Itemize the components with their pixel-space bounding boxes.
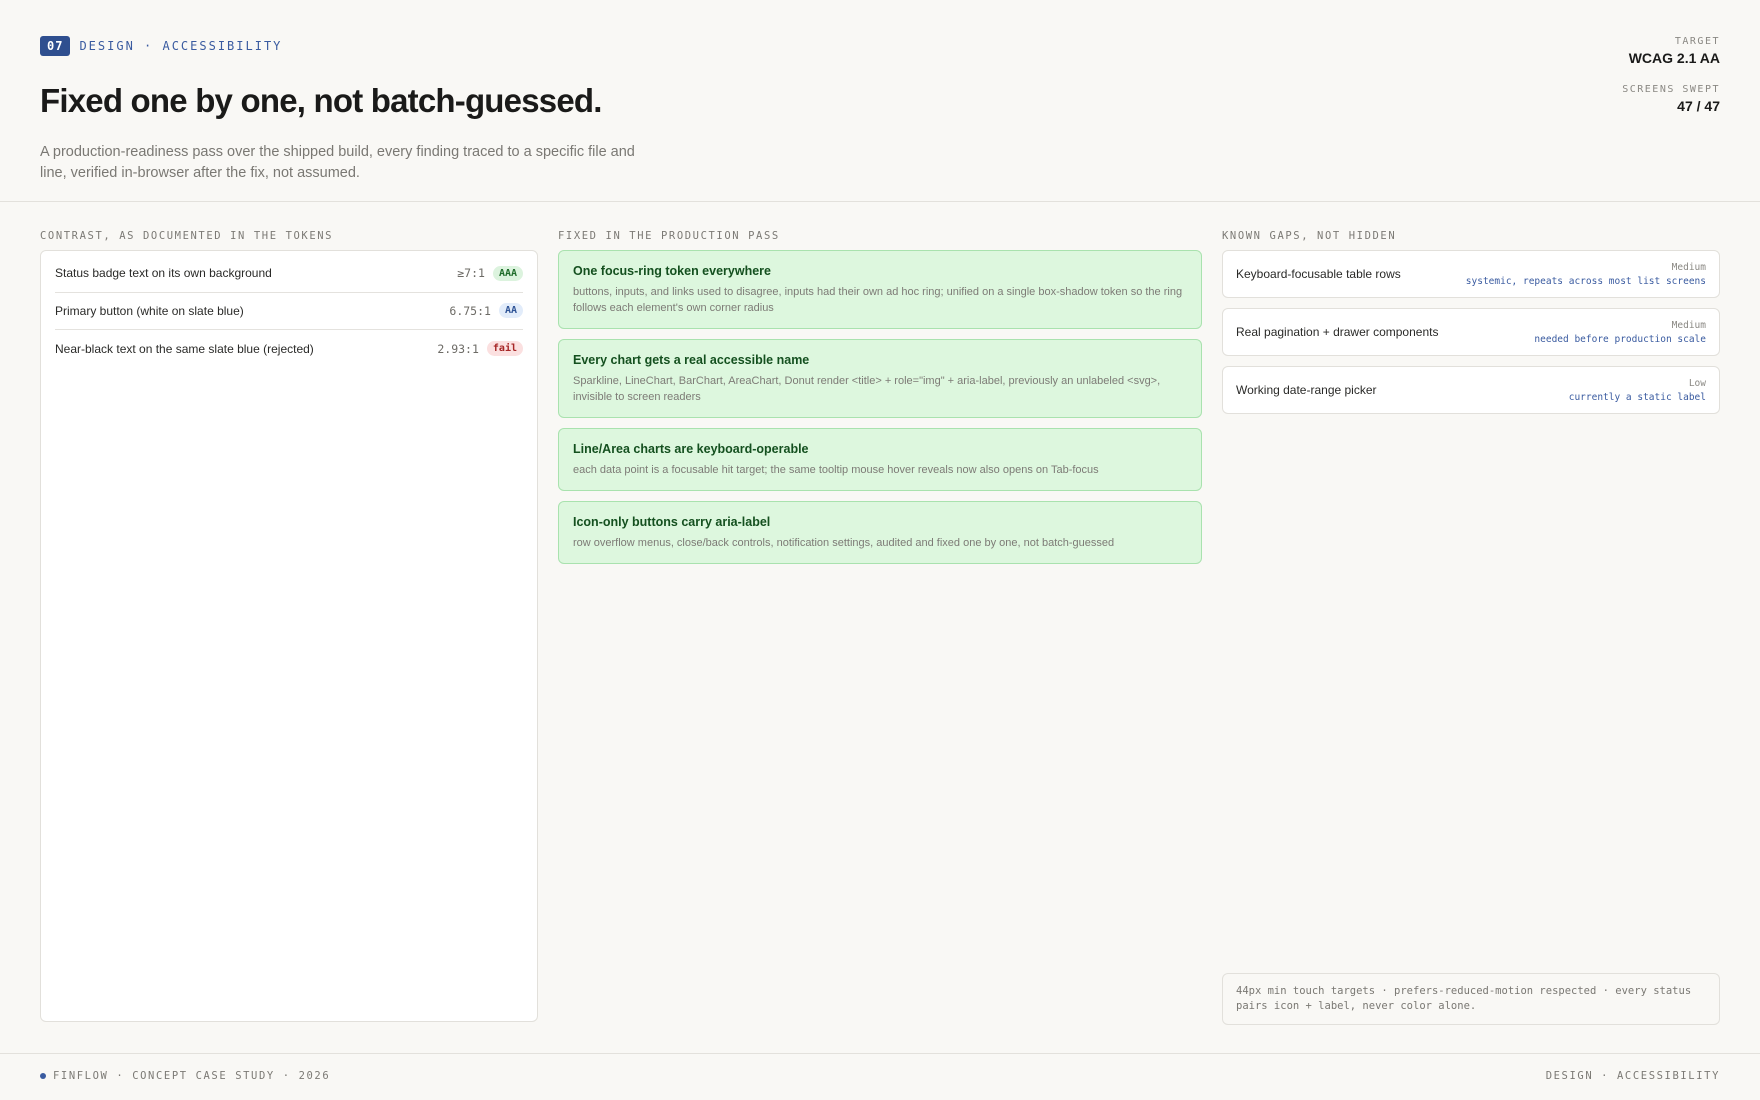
contrast-ratio: ≥7:1: [457, 266, 485, 281]
footer-right-label: DESIGN · ACCESSIBILITY: [1545, 1070, 1720, 1082]
gap-label: Working date-range picker: [1236, 383, 1377, 397]
page-title: Fixed one by one, not batch-guessed.: [40, 82, 602, 119]
gap-card: Working date-range picker Low currently …: [1222, 366, 1720, 414]
gap-card: Keyboard-focusable table rows Medium sys…: [1222, 250, 1720, 298]
page-header: 07 DESIGN · ACCESSIBILITY Fixed one by o…: [40, 36, 1720, 181]
contrast-panel: Status badge text on its own background …: [40, 250, 538, 1022]
page-subtitle: A production-readiness pass over the shi…: [40, 144, 635, 181]
status-badge-aa: AA: [498, 303, 523, 319]
footer-divider: [0, 1053, 1760, 1054]
fix-description: buttons, inputs, and links used to disag…: [573, 286, 1183, 314]
contrast-section: CONTRAST, AS DOCUMENTED IN THE TOKENS St…: [40, 230, 538, 1022]
fix-list: One focus-ring token everywhere buttons,…: [558, 250, 1202, 564]
footnote-box: 44px min touch targets · prefers-reduced…: [1222, 973, 1720, 1025]
contrast-ratio: 6.75:1: [449, 303, 491, 318]
meta-screens-swept: SCREENS SWEPT 47 / 47: [1622, 84, 1720, 114]
meta-target-value: WCAG 2.1 AA: [1628, 50, 1720, 66]
fix-title: Line/Area charts are keyboard-operable: [573, 442, 809, 456]
fix-description: each data point is a focusable hit targe…: [573, 464, 1099, 476]
contrast-heading: CONTRAST, AS DOCUMENTED IN THE TOKENS: [40, 230, 334, 242]
gap-list: Keyboard-focusable table rows Medium sys…: [1222, 250, 1720, 414]
fixes-heading: FIXED IN THE PRODUCTION PASS: [558, 230, 780, 242]
contrast-label: Near-black text on the same slate blue (…: [55, 341, 314, 356]
meta-panel: TARGET WCAG 2.1 AA SCREENS SWEPT 47 / 47: [1622, 36, 1720, 132]
contrast-row: Primary button (white on slate blue) 6.7…: [55, 293, 523, 330]
fix-description: Sparkline, LineChart, BarChart, AreaChar…: [573, 375, 1161, 403]
gap-severity: Medium: [1671, 261, 1706, 273]
gap-meta: Medium systemic, repeats across most lis…: [1466, 262, 1706, 287]
gap-meta: Medium needed before production scale: [1534, 320, 1706, 345]
gap-label: Keyboard-focusable table rows: [1236, 267, 1401, 281]
gaps-section: KNOWN GAPS, NOT HIDDEN Keyboard-focusabl…: [1222, 230, 1720, 424]
gap-label: Real pagination + drawer components: [1236, 325, 1439, 339]
gap-severity: Low: [1688, 377, 1706, 389]
gap-note: needed before production scale: [1534, 333, 1706, 345]
fixes-section: FIXED IN THE PRODUCTION PASS One focus-r…: [558, 230, 1202, 574]
contrast-label: Primary button (white on slate blue): [55, 303, 244, 318]
fix-title: Icon-only buttons carry aria-label: [573, 515, 771, 529]
eyebrow: 07 DESIGN · ACCESSIBILITY: [40, 36, 1720, 56]
fix-card: Icon-only buttons carry aria-label row o…: [558, 501, 1202, 564]
gap-card: Real pagination + drawer components Medi…: [1222, 308, 1720, 356]
contrast-label: Status badge text on its own background: [55, 266, 272, 281]
gap-note: systemic, repeats across most list scree…: [1465, 275, 1706, 287]
eyebrow-label: DESIGN · ACCESSIBILITY: [79, 39, 283, 53]
fix-card: Every chart gets a real accessible name …: [558, 339, 1202, 418]
meta-screens-label: SCREENS SWEPT: [1622, 84, 1720, 95]
contrast-row: Near-black text on the same slate blue (…: [55, 330, 523, 368]
status-badge-aaa: AAA: [492, 265, 523, 281]
gap-meta: Low currently a static label: [1569, 378, 1706, 403]
fix-title: One focus-ring token everywhere: [573, 264, 771, 278]
meta-target: TARGET WCAG 2.1 AA: [1622, 36, 1720, 66]
status-badge-fail: fail: [486, 341, 523, 357]
meta-screens-value: 47 / 47: [1677, 98, 1720, 114]
fix-title: Every chart gets a real accessible name: [573, 353, 810, 367]
fix-description: row overflow menus, close/back controls,…: [573, 537, 1115, 549]
meta-target-label: TARGET: [1674, 36, 1720, 47]
header-divider: [0, 201, 1760, 202]
section-number-badge: 07: [40, 36, 71, 56]
fix-card: One focus-ring token everywhere buttons,…: [558, 250, 1202, 329]
fix-card: Line/Area charts are keyboard-operable e…: [558, 428, 1202, 491]
contrast-row: Status badge text on its own background …: [55, 255, 523, 293]
gaps-heading: KNOWN GAPS, NOT HIDDEN: [1222, 230, 1397, 242]
footer-left-label: FINFLOW · CONCEPT CASE STUDY · 2026: [53, 1070, 331, 1082]
gap-note: currently a static label: [1568, 391, 1706, 403]
contrast-ratio: 2.93:1: [437, 341, 479, 356]
page-footer: FINFLOW · CONCEPT CASE STUDY · 2026 DESI…: [40, 1070, 1720, 1082]
bullet-dot-icon: [40, 1073, 46, 1079]
gap-severity: Medium: [1671, 319, 1706, 331]
